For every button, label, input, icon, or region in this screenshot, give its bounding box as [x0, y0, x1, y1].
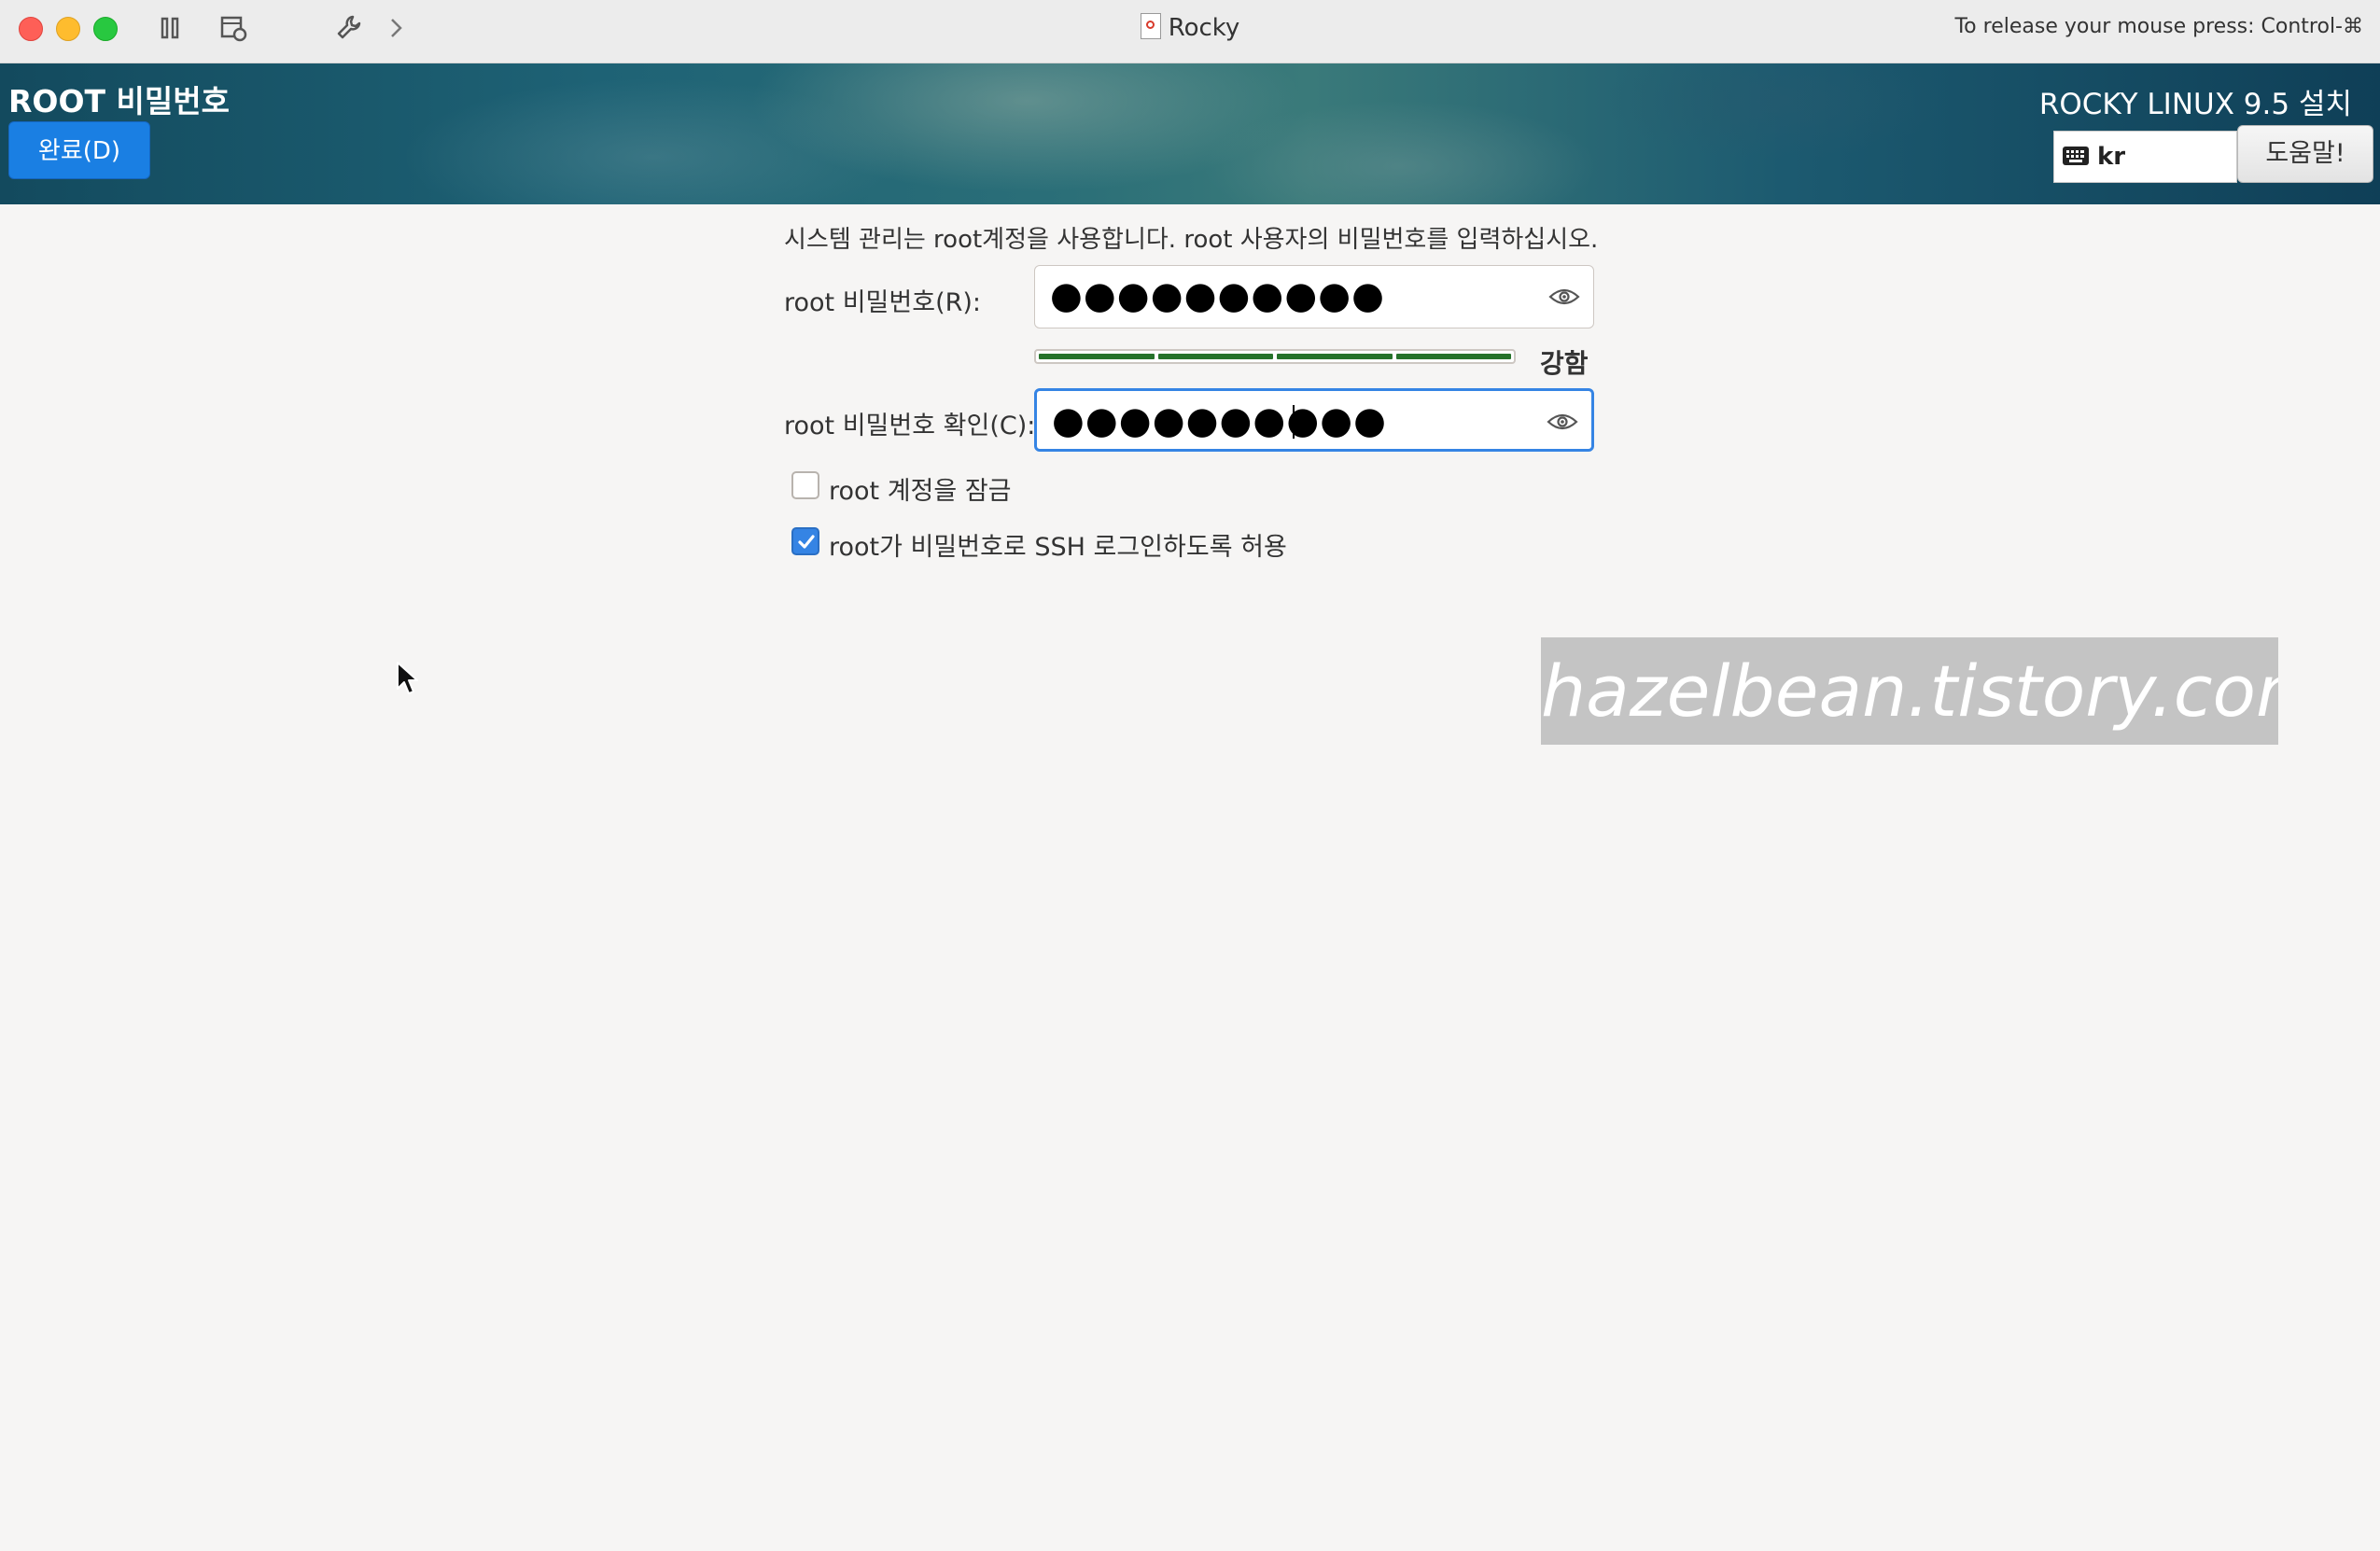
confirm-password-label: root 비밀번호 확인(C): — [784, 412, 1036, 440]
lock-root-label[interactable]: root 계정을 잠금 — [829, 470, 1012, 507]
installer-header: ROOT 비밀번호 완료(D) ROCKY LINUX 9.5 설치 kr 도움… — [0, 63, 2380, 204]
password-strength-label: 강함 — [1540, 348, 1589, 379]
password-field[interactable]: ●●●●●●●●●● — [1034, 265, 1594, 328]
password-value: ●●●●●●●●●● — [1050, 274, 1386, 317]
document-icon — [1140, 13, 1161, 39]
show-confirm-password-icon[interactable] — [1547, 412, 1578, 432]
strength-segment — [1277, 354, 1393, 359]
help-button[interactable]: 도움말! — [2237, 125, 2373, 183]
confirm-password-field[interactable]: ●●●●●●●●●● — [1034, 388, 1594, 452]
allow-ssh-label[interactable]: root가 비밀번호로 SSH 로그인하도록 허용 — [829, 526, 1287, 563]
product-title: ROCKY LINUX 9.5 설치 — [2038, 88, 2352, 121]
checkmark-icon — [798, 535, 815, 549]
watermark: hazelbean.tistory.com — [1541, 637, 2278, 745]
password-strength-bar — [1034, 349, 1516, 364]
text-caret — [1293, 405, 1295, 439]
keyboard-icon — [2063, 147, 2089, 165]
strength-segment — [1039, 354, 1155, 359]
done-button[interactable]: 완료(D) — [8, 121, 150, 179]
password-label: root 비밀번호(R): — [784, 288, 981, 317]
mouse-pointer-icon — [397, 662, 418, 694]
allow-ssh-checkbox[interactable] — [791, 527, 819, 555]
strength-segment — [1157, 354, 1273, 359]
keyboard-layout-label: kr — [2097, 143, 2126, 171]
lock-root-checkbox[interactable] — [791, 471, 819, 499]
keyboard-layout-indicator[interactable]: kr — [2053, 131, 2237, 183]
page-title: ROOT 비밀번호 — [8, 83, 230, 119]
show-password-icon[interactable] — [1548, 286, 1580, 307]
mouse-release-hint: To release your mouse press: Control-⌘ — [1954, 15, 2363, 38]
strength-segment — [1395, 354, 1511, 359]
window-titlebar: Rocky To release your mouse press: Contr… — [0, 0, 2380, 63]
confirm-password-value: ●●●●●●●●●● — [1052, 399, 1388, 442]
intro-text: 시스템 관리는 root계정을 사용합니다. root 사용자의 비밀번호를 입… — [784, 226, 1599, 254]
